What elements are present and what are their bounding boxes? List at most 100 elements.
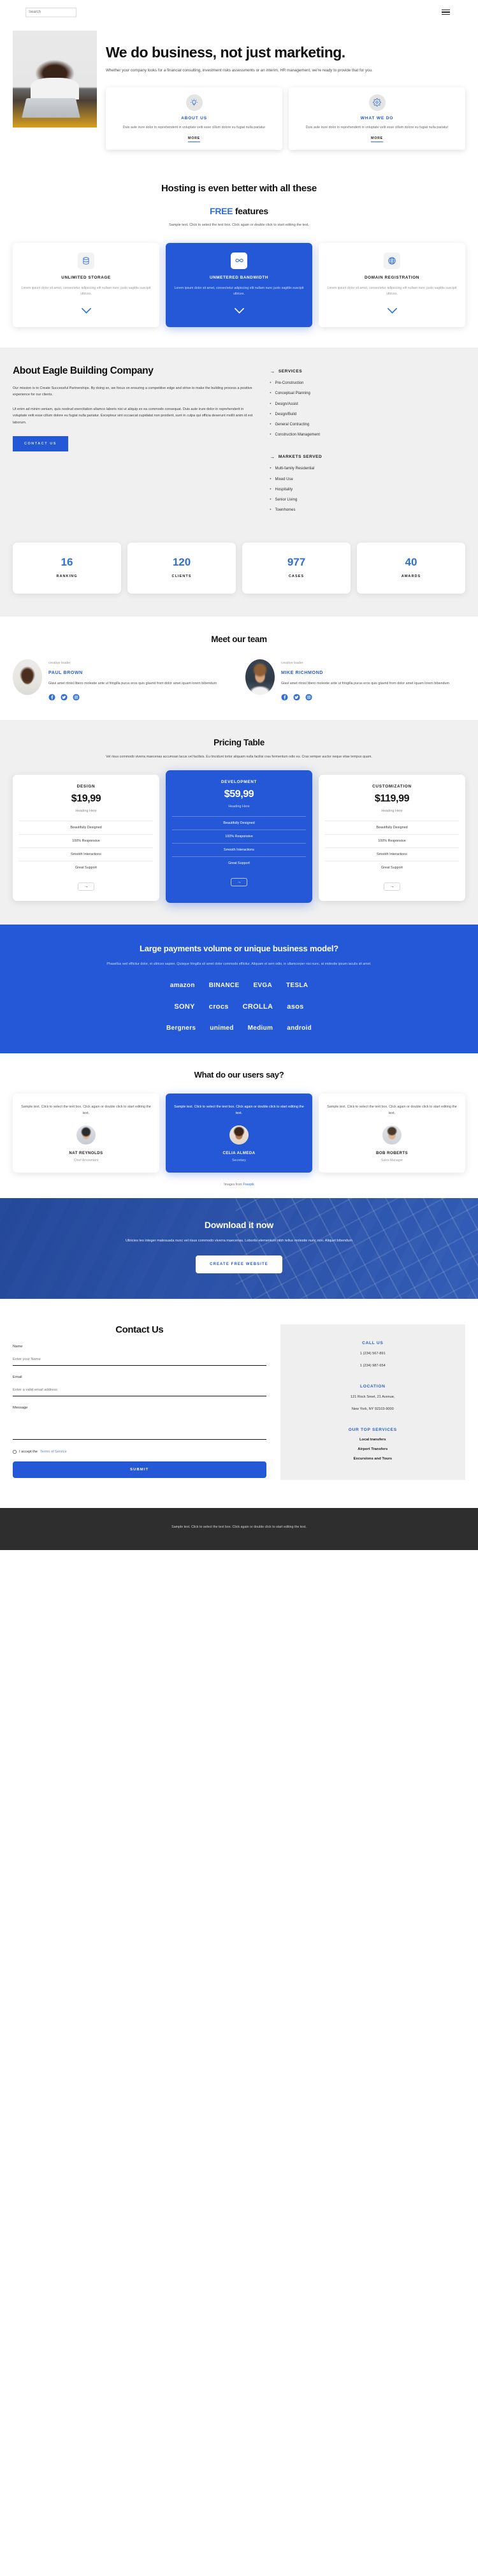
plan-price: $59,99: [224, 789, 254, 800]
image-credit-prefix: Images from: [224, 1183, 243, 1187]
chevron-down-icon[interactable]: [325, 305, 459, 317]
submit-button[interactable]: SUBMIT: [13, 1461, 266, 1479]
plan-feature: Smooth Interactions: [19, 847, 153, 861]
logo-unimed: unimed: [210, 1025, 234, 1032]
facebook-icon[interactable]: [281, 694, 288, 701]
stat-label: CLIENTS: [171, 574, 192, 579]
terms-checkbox[interactable]: [13, 1450, 17, 1454]
instagram-icon[interactable]: [73, 694, 80, 701]
logo-evga: EVGA: [253, 982, 272, 990]
create-free-website-button[interactable]: CREATE FREE WEBSITE: [196, 1255, 282, 1274]
logo-medium: Medium: [247, 1025, 273, 1032]
testimonial-name: NAT REYNOLDS: [69, 1151, 103, 1156]
stat-label: CASES: [288, 574, 305, 579]
chevron-down-icon[interactable]: [172, 305, 306, 317]
team-member-paul-brown: creative leader PAUL BROWN Glavi amet ri…: [13, 659, 233, 701]
team-title: Meet our team: [211, 634, 267, 645]
service-item[interactable]: Local transfers: [289, 1438, 456, 1442]
phone-1[interactable]: 1 (234) 567-891: [289, 1351, 456, 1358]
phone-2[interactable]: 1 (234) 987-654: [289, 1363, 456, 1370]
name-input[interactable]: [13, 1355, 266, 1366]
pricing-subtitle: Vel risus commodo viverra maecenas accum…: [106, 755, 372, 759]
bullet-icon: •: [270, 402, 272, 406]
features-rest-word: features: [233, 205, 268, 216]
email-input[interactable]: [13, 1386, 266, 1397]
about-left: About Eagle Building Company Our mission…: [13, 365, 257, 518]
plan-title: DESIGN: [76, 784, 96, 789]
stat-card-awards: 40 AWARDS: [357, 543, 465, 594]
plan-cta-button[interactable]: →: [231, 878, 247, 887]
pricing-card-development[interactable]: DEVELOPMENT $59,99 Heading Here Beautifu…: [166, 770, 312, 904]
feature-card-text: Lorem ipsum dolor sit amet, consectetur …: [21, 286, 151, 296]
logo-android: android: [287, 1025, 312, 1032]
service-item[interactable]: Excursions and Tours: [289, 1457, 456, 1461]
hero-card-more-link[interactable]: MORE: [188, 136, 200, 142]
list-item-label: Multi-family Residential: [275, 467, 315, 471]
bullet-icon: •: [270, 422, 272, 427]
facebook-icon[interactable]: [48, 694, 55, 701]
hero-card-more-link[interactable]: MORE: [371, 136, 383, 142]
list-item-label: Townhomes: [275, 508, 296, 513]
plan-features: Beautifully Designed 100% Responsive Smo…: [19, 821, 153, 874]
plan-price: $19,99: [71, 793, 101, 805]
plan-features: Beautifully Designed 100% Responsive Smo…: [325, 821, 459, 874]
pricing-section: Pricing Table Vel risus commodo viverra …: [0, 720, 478, 925]
message-label: Message: [13, 1406, 28, 1410]
feature-card-bandwidth[interactable]: UNMETERED BANDWIDTH Lorem ipsum dolor si…: [166, 242, 312, 328]
plan-feature: Great Support: [325, 861, 459, 874]
feature-card-storage[interactable]: UNLIMITED STORAGE Lorem ipsum dolor sit …: [13, 242, 159, 328]
list-item: • Pre-Construction: [270, 381, 465, 386]
plan-feature: Beautifully Designed: [325, 821, 459, 834]
search-input[interactable]: [29, 10, 78, 14]
hero-subtitle: Whether your company looks for a financi…: [106, 68, 373, 73]
terms-of-service-link[interactable]: Terms of Service: [40, 1450, 67, 1454]
plan-feature: Smooth Interactions: [172, 843, 306, 856]
services-heading: → SERVICES: [270, 369, 465, 374]
about-right: → SERVICES • Pre-Construction • Conceptual…: [270, 365, 465, 518]
feature-card-title: UNLIMITED STORAGE: [61, 275, 111, 280]
member-description: Glavi amet ritnisl libero molestie ante …: [281, 682, 449, 686]
testimonial-card-bob-roberts[interactable]: Sample text. Click to select the text bo…: [319, 1094, 465, 1173]
pricing-card-design[interactable]: DESIGN $19,99 Heading Here Beautifully D…: [13, 775, 159, 902]
hamburger-icon[interactable]: [442, 9, 450, 15]
twitter-icon[interactable]: [293, 694, 300, 701]
chevron-down-icon[interactable]: [19, 305, 153, 317]
logo-tesla: TESLA: [286, 982, 308, 990]
name-label: Name: [13, 1345, 23, 1349]
instagram-icon[interactable]: [305, 694, 312, 701]
plan-cta-button[interactable]: →: [384, 882, 400, 891]
plan-cta-button[interactable]: →: [78, 882, 94, 891]
bullet-icon: •: [270, 487, 272, 492]
hero-card-text: Duis aute irure dolor in reprehenderit i…: [305, 125, 449, 129]
team-section: Meet our team creative leader PAUL BROWN…: [0, 617, 478, 721]
twitter-icon[interactable]: [61, 694, 68, 701]
testimonial-card-nat-reynolds[interactable]: Sample text. Click to select the text bo…: [13, 1094, 159, 1173]
message-textarea[interactable]: [13, 1413, 266, 1440]
search-box[interactable]: [25, 7, 78, 17]
hero-card-about-us[interactable]: ABOUT US Duis aute irure dolor in repreh…: [106, 87, 282, 150]
feature-card-text: Lorem ipsum dolor sit amet, consectetur …: [327, 286, 457, 296]
testimonial-card-celia-almeda[interactable]: Sample text. Click to select the text bo…: [166, 1094, 312, 1173]
feature-card-domain[interactable]: DOMAIN REGISTRATION Lorem ipsum dolor si…: [319, 242, 465, 328]
pricing-card-customization[interactable]: CUSTOMIZATION $119,99 Heading Here Beaut…: [319, 775, 465, 902]
email-field-group: Email: [13, 1375, 266, 1397]
plan-feature: Beautifully Designed: [19, 821, 153, 834]
call-us-title: CALL US: [362, 1341, 384, 1346]
service-item[interactable]: Airport Transfers: [289, 1447, 456, 1451]
team-row: creative leader PAUL BROWN Glavi amet ri…: [13, 659, 465, 701]
partner-logo-row-1: amazon BINANCE EVGA TESLA: [13, 982, 465, 989]
stat-card-clients: 120 CLIENTS: [127, 543, 236, 594]
bullet-icon: •: [270, 477, 272, 481]
list-item: • Multi-family Residential: [270, 467, 465, 471]
email-label: Email: [13, 1375, 22, 1380]
plan-heading: Heading Here: [381, 809, 403, 814]
logo-amazon: amazon: [170, 982, 195, 990]
feature-cards: UNLIMITED STORAGE Lorem ipsum dolor sit …: [13, 242, 465, 328]
plan-price: $119,99: [374, 793, 410, 805]
page-root: We do business, not just marketing. Whet…: [0, 0, 478, 1551]
plan-feature: Beautifully Designed: [172, 816, 306, 830]
hero-card-what-we-do[interactable]: WHAT WE DO Duis aute irure dolor in repr…: [289, 87, 465, 150]
image-credit-link[interactable]: Freepik: [243, 1183, 254, 1187]
top-bar: [0, 0, 478, 24]
contact-us-button[interactable]: CONTACT US: [13, 435, 68, 451]
